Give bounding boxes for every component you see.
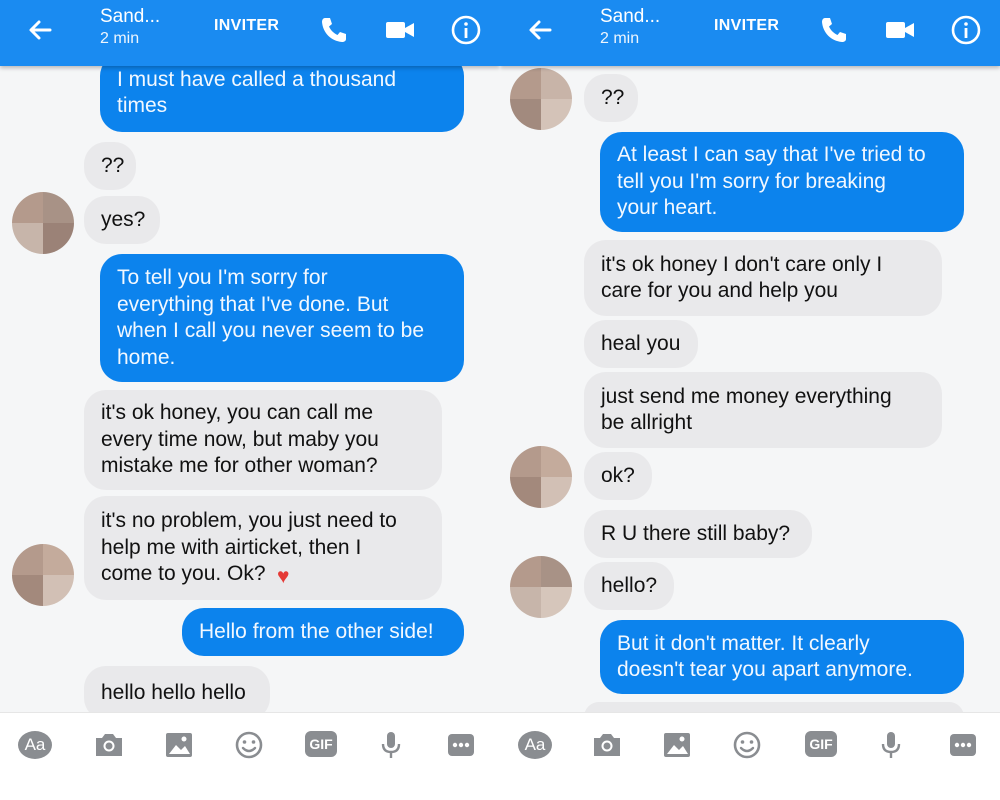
message-incoming: it's ok honey, you can call me every tim… xyxy=(84,390,442,490)
message-incoming: hello? xyxy=(584,562,674,610)
message-list[interactable]: ?? At least I can say that I've tried to… xyxy=(500,66,1000,712)
heart-emoji: ♥ xyxy=(277,565,290,588)
message-incoming: ?? xyxy=(84,142,136,190)
message-incoming: hello hello hello xyxy=(84,666,270,712)
contact-name: Sand... xyxy=(100,6,161,27)
message-outgoing: At least I can say that I've tried to te… xyxy=(600,132,964,232)
more-icon[interactable] xyxy=(946,729,980,761)
message-outgoing: To tell you I'm sorry for everything tha… xyxy=(100,254,464,382)
top-bar: Sand... 2 min INVITER xyxy=(0,0,500,66)
message-incoming: ok? xyxy=(584,452,652,500)
chat-panel-left: Sand... 2 min INVITER I must have called… xyxy=(0,0,500,800)
message-outgoing: Hello from the other side! xyxy=(182,608,464,656)
video-camera-icon[interactable] xyxy=(384,14,416,46)
gif-button[interactable]: GIF xyxy=(805,731,837,757)
image-icon[interactable] xyxy=(660,729,694,761)
contact-status: 2 min xyxy=(600,30,640,47)
message-outgoing: But it don't matter. It clearly doesn't … xyxy=(600,620,964,694)
composer-bar xyxy=(500,712,1000,800)
camera-icon[interactable] xyxy=(92,729,126,761)
avatar xyxy=(12,544,74,606)
phone-icon[interactable] xyxy=(818,14,850,46)
invite-button[interactable]: INVITER xyxy=(214,17,279,35)
image-icon[interactable] xyxy=(162,729,196,761)
contact-name: Sand... xyxy=(600,6,661,27)
contact-header[interactable]: Sand... 2 min xyxy=(100,6,160,50)
message-incoming: it's no problem, you just need to help m… xyxy=(84,496,442,600)
avatar xyxy=(510,68,572,130)
message-incoming: R U there still baby? xyxy=(584,510,812,558)
smiley-icon[interactable] xyxy=(232,729,266,761)
microphone-icon[interactable] xyxy=(874,729,908,761)
message-outgoing: I must have called a thousand times xyxy=(100,66,464,132)
info-icon[interactable] xyxy=(450,14,482,46)
message-incoming: yes? xyxy=(84,196,160,244)
message-incoming: ?? xyxy=(584,74,638,122)
invite-button[interactable]: INVITER xyxy=(714,17,779,35)
avatar xyxy=(12,192,74,254)
message-incoming: it's ok honey I don't care only I care f… xyxy=(584,240,942,316)
contact-status: 2 min xyxy=(100,30,140,47)
smiley-icon[interactable] xyxy=(730,729,764,761)
microphone-icon[interactable] xyxy=(374,729,408,761)
camera-icon[interactable] xyxy=(590,729,624,761)
aa-button[interactable]: Aa xyxy=(18,731,52,759)
more-icon[interactable] xyxy=(444,729,478,761)
message-incoming-partial xyxy=(584,702,964,712)
message-incoming: heal you xyxy=(584,320,698,368)
composer-bar xyxy=(0,712,500,800)
phone-icon[interactable] xyxy=(318,14,350,46)
avatar xyxy=(510,556,572,618)
avatar xyxy=(510,446,572,508)
top-bar: Sand... 2 min INVITER xyxy=(500,0,1000,66)
arrow-left-icon[interactable] xyxy=(524,14,556,46)
gif-button[interactable]: GIF xyxy=(305,731,337,757)
info-icon[interactable] xyxy=(950,14,982,46)
chat-panel-right: Sand... 2 min INVITER ?? At least I can … xyxy=(500,0,1000,800)
video-camera-icon[interactable] xyxy=(884,14,916,46)
message-list[interactable]: I must have called a thousand times ?? y… xyxy=(0,66,500,712)
message-text: it's no problem, you just need to help m… xyxy=(101,509,397,586)
contact-header[interactable]: Sand... 2 min xyxy=(600,6,660,50)
aa-button[interactable]: Aa xyxy=(518,731,552,759)
arrow-left-icon[interactable] xyxy=(24,14,56,46)
message-incoming: just send me money everything be allrigh… xyxy=(584,372,942,448)
